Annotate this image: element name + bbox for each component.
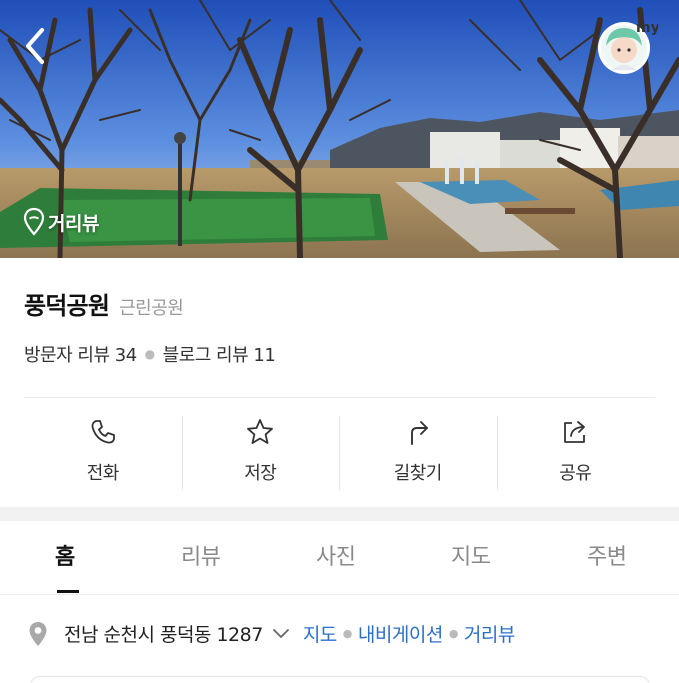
place-title-row: 풍덕공원 근린공원 [24, 286, 184, 321]
street-view-badge[interactable]: 거리뷰 [22, 207, 99, 237]
street-view-pin-icon [23, 207, 45, 236]
address-row: 전남 순천시 풍덕동 1287 지도 ● 내비게이션 ● 거리뷰 [28, 620, 515, 647]
tab-reviews[interactable]: 리뷰 [181, 539, 221, 571]
location-pin-icon [29, 621, 47, 646]
separator-dot: ● [342, 627, 353, 640]
tab-photos[interactable]: 사진 [316, 539, 356, 571]
tab-nearby[interactable]: 주변 [587, 539, 627, 571]
chevron-down-icon[interactable] [271, 627, 291, 641]
my-profile-avatar[interactable]: my [596, 14, 660, 76]
directions-label: 길찾기 [393, 463, 443, 484]
share-label: 공유 [559, 463, 592, 484]
park-photo [0, 0, 679, 258]
active-tab-indicator [57, 590, 79, 593]
call-label: 전화 [86, 463, 120, 484]
place-category: 근린공원 [119, 298, 184, 319]
share-icon [564, 421, 586, 443]
tab-home[interactable]: 홈 [55, 539, 75, 571]
hero-photo[interactable]: my 거리뷰 [0, 0, 679, 258]
review-summary: 방문자 리뷰 34 ● 블로그 리뷰 11 [24, 341, 276, 367]
section-divider [0, 507, 679, 521]
divider [24, 397, 655, 398]
tab-map[interactable]: 지도 [451, 539, 491, 571]
visitor-reviews-link[interactable]: 방문자 리뷰 34 [24, 341, 137, 367]
address-map-link[interactable]: 지도 [303, 620, 337, 647]
chevron-left-icon [26, 28, 44, 64]
action-bar: 전화 저장 길찾기 공유 [24, 414, 654, 490]
share-button[interactable]: 공유 [496, 414, 655, 490]
street-view-label: 거리뷰 [48, 212, 99, 235]
profile-avatar-icon: my [598, 20, 660, 74]
directions-button[interactable]: 길찾기 [339, 414, 497, 490]
save-button[interactable]: 저장 [181, 414, 340, 490]
separator-dot: ● [144, 347, 155, 361]
place-name: 풍덕공원 [24, 292, 110, 320]
phone-icon [91, 420, 115, 444]
separator-dot: ● [448, 627, 459, 640]
star-icon [247, 419, 274, 444]
save-label: 저장 [244, 463, 277, 484]
address-navigation-link[interactable]: 내비게이션 [358, 620, 443, 647]
directions-icon [410, 421, 428, 445]
call-button[interactable]: 전화 [24, 414, 182, 490]
info-card-edge [30, 676, 650, 683]
address-street-view-link[interactable]: 거리뷰 [464, 620, 515, 647]
back-button[interactable] [18, 24, 54, 68]
avatar-badge-text: my [636, 20, 658, 36]
address-text[interactable]: 전남 순천시 풍덕동 1287 [64, 620, 263, 647]
blog-reviews-link[interactable]: 블로그 리뷰 11 [163, 341, 276, 367]
tab-bar: 홈 리뷰 사진 지도 주변 [0, 521, 679, 595]
